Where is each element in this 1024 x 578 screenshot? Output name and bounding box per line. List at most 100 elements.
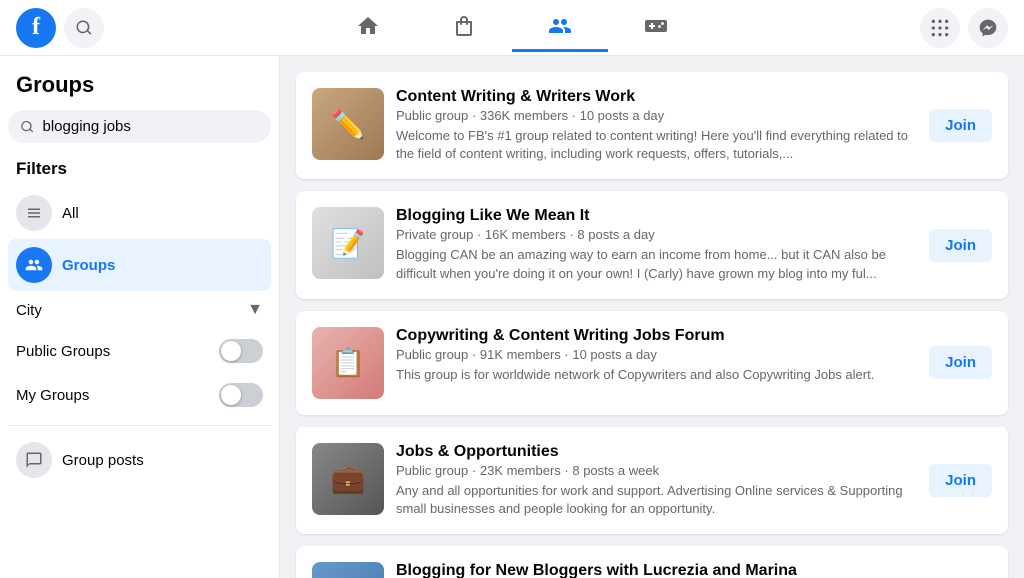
group-name-3: Copywriting & Content Writing Jobs Forum [396,327,917,345]
join-button-1[interactable]: Join [929,109,992,142]
group-meta-4: Public group · 23K members · 8 posts a w… [396,463,917,478]
group-desc-4: Any and all opportunities for work and s… [396,482,917,518]
sub-filter-city-label: City [16,302,42,319]
sidebar-title: Groups [8,72,271,110]
group-desc-2: Blogging CAN be an amazing way to earn a… [396,246,917,282]
group-meta-3: Public group · 91K members · 10 posts a … [396,347,917,362]
nav-home-button[interactable] [320,4,416,52]
join-button-3[interactable]: Join [929,346,992,379]
group-type-2: Private group [396,227,473,242]
search-box[interactable] [8,110,271,143]
group-separator-4: · [472,463,480,478]
nav-left: f [16,8,264,48]
group-type-1: Public group [396,108,468,123]
group-posts-label: Group posts [62,452,144,469]
group-name-2: Blogging Like We Mean It [396,207,917,225]
filter-all-label: All [62,205,79,222]
sidebar: Groups Filters All Groups [0,56,280,578]
group-members-1: 336K members [480,108,568,123]
group-type-3: Public group [396,347,468,362]
group-img-inner-3: 📋 [312,327,384,399]
group-posts-item[interactable]: Group posts [8,434,271,486]
facebook-logo[interactable]: f [16,8,56,48]
nav-center [264,4,760,52]
group-card-3: 📋 Copywriting & Content Writing Jobs For… [296,311,1008,415]
home-icon [356,14,380,38]
city-chevron-icon[interactable]: ▼ [247,301,263,319]
group-card-2: 📝 Blogging Like We Mean It Private group… [296,191,1008,298]
grid-icon [25,204,43,222]
comment-icon [25,451,43,469]
group-sep2-1: · [572,108,580,123]
filter-groups-item[interactable]: Groups [8,239,271,291]
group-image-1: ✏️ [312,88,384,160]
search-input[interactable] [43,118,260,135]
group-info-3: Copywriting & Content Writing Jobs Forum… [396,327,917,384]
divider [8,425,271,426]
group-desc-1: Welcome to FB's #1 group related to cont… [396,127,917,163]
group-card-4: 💼 Jobs & Opportunities Public group · 23… [296,427,1008,534]
group-info-2: Blogging Like We Mean It Private group ·… [396,207,917,282]
apps-button[interactable] [920,8,960,48]
group-image-3: 📋 [312,327,384,399]
group-meta-1: Public group · 336K members · 10 posts a… [396,108,917,123]
group-members-3: 91K members [480,347,561,362]
group-type-4: Public group [396,463,468,478]
sub-filter-public-row: Public Groups [16,329,263,373]
group-image-2: 📝 [312,207,384,279]
nav-marketplace-button[interactable] [416,4,512,52]
group-posts-2: 8 posts a day [577,227,654,242]
sub-filter-mygroups-row: My Groups [16,373,263,417]
messenger-icon [978,18,998,38]
group-posts-icon-box [16,442,52,478]
messenger-button[interactable] [968,8,1008,48]
group-posts-4: 8 posts a week [572,463,659,478]
group-members-2: 16K members [485,227,566,242]
search-button[interactable] [64,8,104,48]
sub-filter-mygroups-label: My Groups [16,387,89,404]
public-groups-toggle[interactable] [219,339,263,363]
nav-gaming-button[interactable] [608,4,704,52]
gaming-icon [644,14,668,38]
group-posts-1: 10 posts a day [580,108,665,123]
groups-filter-icon [25,256,43,274]
filter-all-icon-box [16,195,52,231]
group-members-4: 23K members [480,463,561,478]
groups-icon [548,14,572,38]
group-card-1: ✏️ Content Writing & Writers Work Public… [296,72,1008,179]
group-name-4: Jobs & Opportunities [396,443,917,461]
my-groups-toggle[interactable] [219,383,263,407]
group-img-inner-1: ✏️ [312,88,384,160]
group-img-inner-2: 📝 [312,207,384,279]
main-layout: Groups Filters All Groups [0,56,1024,578]
group-meta-2: Private group · 16K members · 8 posts a … [396,227,917,242]
groups-content: ✏️ Content Writing & Writers Work Public… [280,56,1024,578]
apps-icon [930,18,950,38]
sub-filter-city-row: City ▼ [16,291,263,329]
group-name-1: Content Writing & Writers Work [396,88,917,106]
group-info-4: Jobs & Opportunities Public group · 23K … [396,443,917,518]
filter-groups-icon-box [16,247,52,283]
group-separator-3: · [472,347,480,362]
group-img-inner-4: 💼 [312,443,384,515]
filter-all-item[interactable]: All [8,187,271,239]
search-input-icon [20,119,35,135]
join-button-4[interactable]: Join [929,464,992,497]
group-separator-1: · [472,108,480,123]
fb-logo-letter: f [32,14,40,41]
group-card-5: 🆕 Blogging for New Bloggers with Lucrezi… [296,546,1008,578]
search-icon [75,19,93,37]
group-name-5: Blogging for New Bloggers with Lucrezia … [396,562,917,578]
sub-filters: City ▼ Public Groups My Groups [8,291,271,417]
join-button-2[interactable]: Join [929,229,992,262]
group-img-inner-5: 🆕 [312,562,384,578]
filter-groups-label: Groups [62,257,115,274]
group-image-5: 🆕 [312,562,384,578]
nav-groups-button[interactable] [512,4,608,52]
group-desc-3: This group is for worldwide network of C… [396,366,917,384]
group-posts-3: 10 posts a day [572,347,657,362]
group-info-1: Content Writing & Writers Work Public gr… [396,88,917,163]
nav-right [760,8,1008,48]
sub-filter-public-label: Public Groups [16,343,110,360]
group-info-5: Blogging for New Bloggers with Lucrezia … [396,562,917,578]
